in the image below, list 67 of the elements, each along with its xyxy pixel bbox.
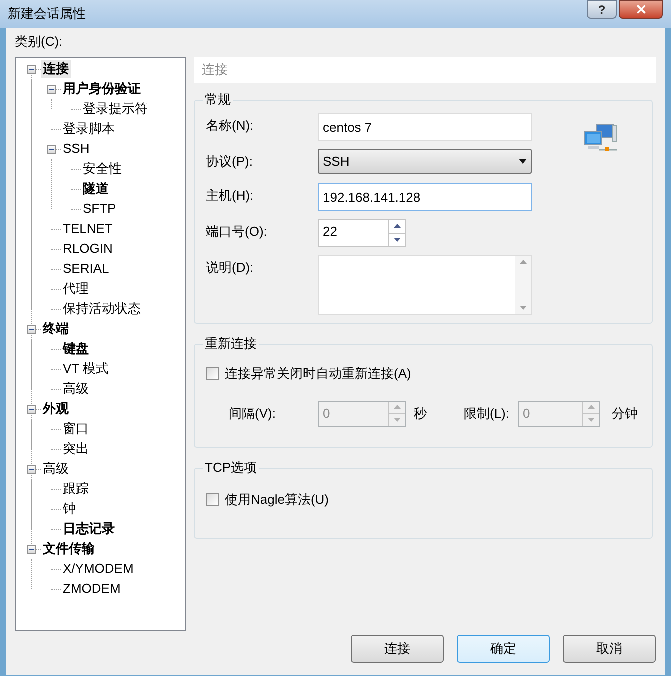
collapse-icon[interactable] [26, 404, 36, 414]
scroll-up-icon [520, 260, 526, 264]
tree-item[interactable]: 高级 [41, 460, 71, 478]
close-icon [634, 3, 648, 16]
checkbox[interactable] [206, 493, 219, 506]
tree-item[interactable]: 代理 [61, 280, 91, 298]
tree-item[interactable]: 钟 [61, 500, 78, 518]
collapse-icon[interactable] [46, 84, 56, 94]
unit-label: 秒 [414, 404, 428, 423]
tree-item[interactable]: SFTP [81, 200, 118, 218]
tree-item[interactable]: 连接 [41, 60, 71, 78]
collapse-icon[interactable] [26, 544, 36, 554]
tree-item[interactable]: 安全性 [81, 160, 124, 178]
tree-item[interactable]: 突出 [61, 440, 91, 458]
tree-item[interactable]: 键盘 [61, 340, 91, 358]
collapse-icon[interactable] [26, 324, 36, 334]
unit-label: 分钟 [612, 404, 638, 423]
scroll-down-icon [520, 306, 526, 310]
field-label: 端口号(O): [206, 223, 268, 241]
description-field[interactable] [318, 255, 532, 315]
tree-item[interactable]: TELNET [61, 220, 115, 238]
tree-item[interactable]: VT 模式 [61, 360, 111, 378]
collapse-icon[interactable] [26, 464, 36, 474]
checkbox[interactable] [206, 367, 219, 380]
dropdown-arrow-icon [519, 159, 527, 164]
dialog-button[interactable]: 确定 [457, 635, 550, 663]
tree-item[interactable]: 登录脚本 [61, 120, 117, 138]
category-label: 类别(C): [15, 34, 63, 50]
tree-item[interactable]: 窗口 [61, 420, 91, 438]
tree-item[interactable]: SSH [61, 140, 92, 158]
field-label: 名称(N): [206, 117, 255, 135]
group-title: 重新连接 [203, 335, 259, 353]
tree-item[interactable]: 跟踪 [61, 480, 91, 498]
category-tree[interactable]: 连接 用户身份验证 登录提示符 登录脚本 SSH 安全性 隧道 SFTP TELNET RLOGIN SERIAL 代理 保持活动状态 终端 键盘 VT 模式 高级 外观 窗口 突出 高级 跟踪 钟 日志记录 文件传输 X/YMODEM ZMODEM [15, 57, 186, 631]
spin-field[interactable]: 22 [318, 219, 406, 247]
tree-item[interactable]: 文件传输 [41, 540, 97, 558]
field-label: 间隔(V): [229, 404, 277, 423]
collapse-icon[interactable] [46, 144, 56, 154]
window-title: 新建会话属性 [8, 5, 87, 24]
tree-item[interactable]: ZMODEM [61, 580, 123, 598]
tree-item[interactable]: 高级 [61, 380, 91, 398]
help-button[interactable]: ? [587, 0, 617, 19]
field-label: 主机(H): [206, 187, 255, 205]
name-field[interactable]: centos 7 [318, 113, 532, 141]
tree-item[interactable]: SERIAL [61, 260, 112, 278]
checkbox-label: 连接异常关闭时自动重新连接(A) [225, 365, 412, 383]
page-header: 连接 [194, 57, 656, 83]
dialog-button[interactable]: 连接 [351, 635, 444, 663]
collapse-icon[interactable] [26, 64, 36, 74]
tree-item[interactable]: 登录提示符 [81, 100, 150, 118]
dialog-button[interactable]: 取消 [563, 635, 656, 663]
close-button[interactable] [619, 0, 663, 19]
host-field[interactable]: 192.168.141.128 [318, 183, 532, 211]
protocol-dropdown[interactable]: SSH [318, 149, 532, 174]
tree-item[interactable]: 用户身份验证 [61, 80, 143, 98]
field-label: 说明(D): [206, 259, 255, 277]
field-label: 协议(P): [206, 153, 254, 171]
group-title: TCP选项 [203, 459, 259, 477]
tree-item[interactable]: 保持活动状态 [61, 300, 143, 318]
tree-item[interactable]: 日志记录 [61, 520, 117, 538]
checkbox-label: 使用Nagle算法(U) [225, 491, 330, 509]
tree-item[interactable]: RLOGIN [61, 240, 115, 258]
tree-item[interactable]: X/YMODEM [61, 560, 136, 578]
tree-item[interactable]: 终端 [41, 320, 71, 338]
tree-item[interactable]: 外观 [41, 400, 71, 418]
field-label: 限制(L): [464, 404, 510, 423]
tree-item[interactable]: 隧道 [81, 180, 111, 198]
